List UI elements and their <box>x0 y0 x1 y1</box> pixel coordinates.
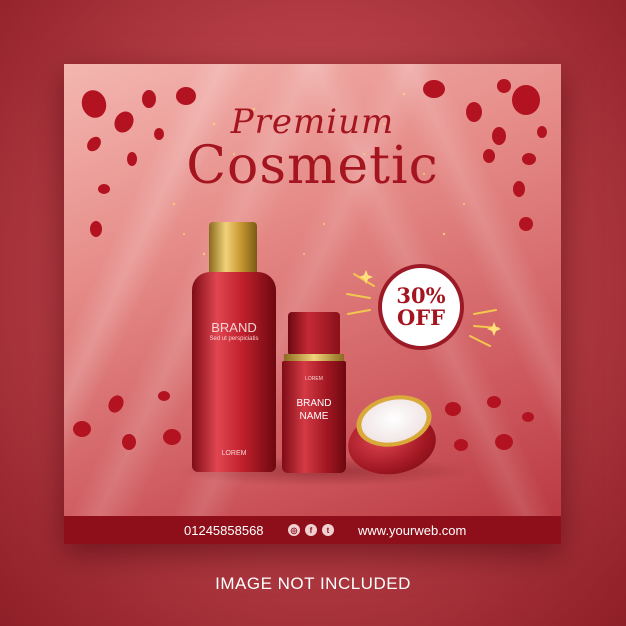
promo-card: Premium Cosmetic BRAND Sed ut perspiciat… <box>64 64 561 544</box>
discount-badge: 30% OFF <box>378 264 464 350</box>
website-link[interactable]: www.yourweb.com <box>358 523 466 538</box>
badge-burst <box>346 270 501 347</box>
social-icons: ◎ f t <box>288 524 334 536</box>
instagram-icon[interactable]: ◎ <box>288 524 300 536</box>
phone-number: 01245858568 <box>184 522 264 538</box>
image-caption: IMAGE NOT INCLUDED <box>215 574 411 593</box>
discount-percent: 30% <box>396 282 446 308</box>
discount-off-label: OFF <box>396 305 446 330</box>
facebook-icon[interactable]: f <box>305 524 317 536</box>
contact-footer: 01245858568 ◎ f t www.yourweb.com <box>64 516 561 544</box>
twitter-icon[interactable]: t <box>322 524 334 536</box>
